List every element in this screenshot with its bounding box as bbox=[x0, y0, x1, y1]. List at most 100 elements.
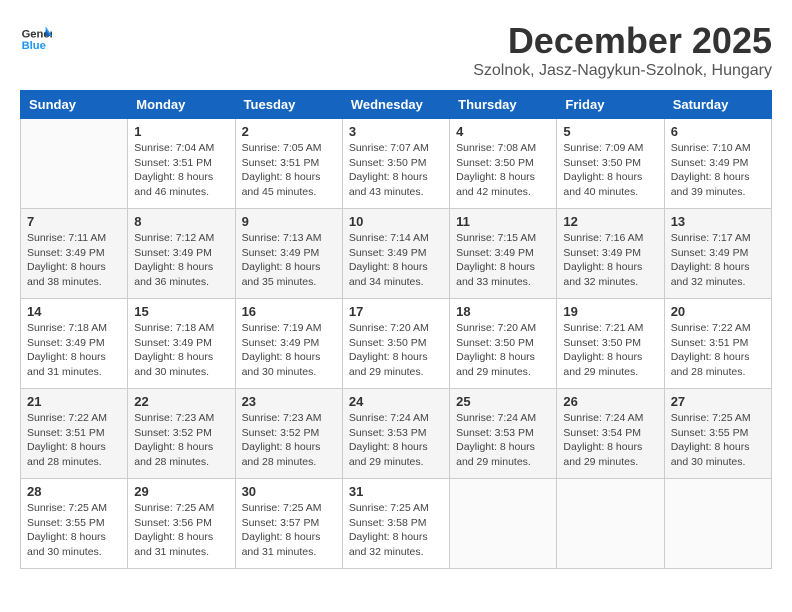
calendar-week-row: 28 Sunrise: 7:25 AMSunset: 3:55 PMDaylig… bbox=[21, 479, 772, 569]
day-number: 7 bbox=[27, 214, 121, 229]
calendar-week-row: 7 Sunrise: 7:11 AMSunset: 3:49 PMDayligh… bbox=[21, 209, 772, 299]
svg-text:Blue: Blue bbox=[22, 40, 46, 52]
calendar-cell: 14 Sunrise: 7:18 AMSunset: 3:49 PMDaylig… bbox=[21, 299, 128, 389]
calendar-cell: 9 Sunrise: 7:13 AMSunset: 3:49 PMDayligh… bbox=[235, 209, 342, 299]
day-info: Sunrise: 7:25 AMSunset: 3:55 PMDaylight:… bbox=[27, 501, 121, 560]
day-number: 8 bbox=[134, 214, 228, 229]
calendar-cell: 6 Sunrise: 7:10 AMSunset: 3:49 PMDayligh… bbox=[664, 119, 771, 209]
day-info: Sunrise: 7:16 AMSunset: 3:49 PMDaylight:… bbox=[563, 231, 657, 290]
day-info: Sunrise: 7:23 AMSunset: 3:52 PMDaylight:… bbox=[134, 411, 228, 470]
day-info: Sunrise: 7:08 AMSunset: 3:50 PMDaylight:… bbox=[456, 141, 550, 200]
day-number: 1 bbox=[134, 124, 228, 139]
day-number: 26 bbox=[563, 394, 657, 409]
day-number: 2 bbox=[242, 124, 336, 139]
calendar-cell: 3 Sunrise: 7:07 AMSunset: 3:50 PMDayligh… bbox=[342, 119, 449, 209]
day-info: Sunrise: 7:23 AMSunset: 3:52 PMDaylight:… bbox=[242, 411, 336, 470]
calendar-week-row: 14 Sunrise: 7:18 AMSunset: 3:49 PMDaylig… bbox=[21, 299, 772, 389]
day-info: Sunrise: 7:18 AMSunset: 3:49 PMDaylight:… bbox=[27, 321, 121, 380]
day-number: 31 bbox=[349, 484, 443, 499]
day-number: 10 bbox=[349, 214, 443, 229]
calendar-cell: 26 Sunrise: 7:24 AMSunset: 3:54 PMDaylig… bbox=[557, 389, 664, 479]
location-subtitle: Szolnok, Jasz-Nagykun-Szolnok, Hungary bbox=[473, 62, 772, 80]
calendar-cell bbox=[21, 119, 128, 209]
calendar-cell: 11 Sunrise: 7:15 AMSunset: 3:49 PMDaylig… bbox=[450, 209, 557, 299]
day-info: Sunrise: 7:25 AMSunset: 3:56 PMDaylight:… bbox=[134, 501, 228, 560]
day-info: Sunrise: 7:25 AMSunset: 3:55 PMDaylight:… bbox=[671, 411, 765, 470]
day-info: Sunrise: 7:21 AMSunset: 3:50 PMDaylight:… bbox=[563, 321, 657, 380]
calendar-cell: 4 Sunrise: 7:08 AMSunset: 3:50 PMDayligh… bbox=[450, 119, 557, 209]
day-number: 17 bbox=[349, 304, 443, 319]
day-number: 18 bbox=[456, 304, 550, 319]
header-friday: Friday bbox=[557, 91, 664, 119]
day-info: Sunrise: 7:07 AMSunset: 3:50 PMDaylight:… bbox=[349, 141, 443, 200]
day-number: 27 bbox=[671, 394, 765, 409]
day-number: 14 bbox=[27, 304, 121, 319]
header: General Blue December 2025 Szolnok, Jasz… bbox=[20, 20, 772, 80]
day-info: Sunrise: 7:20 AMSunset: 3:50 PMDaylight:… bbox=[349, 321, 443, 380]
calendar-cell: 21 Sunrise: 7:22 AMSunset: 3:51 PMDaylig… bbox=[21, 389, 128, 479]
day-info: Sunrise: 7:19 AMSunset: 3:49 PMDaylight:… bbox=[242, 321, 336, 380]
day-info: Sunrise: 7:22 AMSunset: 3:51 PMDaylight:… bbox=[27, 411, 121, 470]
calendar-week-row: 21 Sunrise: 7:22 AMSunset: 3:51 PMDaylig… bbox=[21, 389, 772, 479]
calendar-cell: 1 Sunrise: 7:04 AMSunset: 3:51 PMDayligh… bbox=[128, 119, 235, 209]
day-number: 11 bbox=[456, 214, 550, 229]
calendar-cell: 12 Sunrise: 7:16 AMSunset: 3:49 PMDaylig… bbox=[557, 209, 664, 299]
day-info: Sunrise: 7:24 AMSunset: 3:53 PMDaylight:… bbox=[456, 411, 550, 470]
month-year-title: December 2025 bbox=[473, 20, 772, 62]
calendar-cell bbox=[450, 479, 557, 569]
calendar-cell: 30 Sunrise: 7:25 AMSunset: 3:57 PMDaylig… bbox=[235, 479, 342, 569]
header-thursday: Thursday bbox=[450, 91, 557, 119]
calendar-cell: 8 Sunrise: 7:12 AMSunset: 3:49 PMDayligh… bbox=[128, 209, 235, 299]
day-number: 9 bbox=[242, 214, 336, 229]
calendar-cell: 13 Sunrise: 7:17 AMSunset: 3:49 PMDaylig… bbox=[664, 209, 771, 299]
calendar-cell: 22 Sunrise: 7:23 AMSunset: 3:52 PMDaylig… bbox=[128, 389, 235, 479]
day-number: 20 bbox=[671, 304, 765, 319]
calendar-cell bbox=[557, 479, 664, 569]
title-area: December 2025 Szolnok, Jasz-Nagykun-Szol… bbox=[473, 20, 772, 80]
day-number: 4 bbox=[456, 124, 550, 139]
day-number: 6 bbox=[671, 124, 765, 139]
day-info: Sunrise: 7:22 AMSunset: 3:51 PMDaylight:… bbox=[671, 321, 765, 380]
day-number: 25 bbox=[456, 394, 550, 409]
calendar-cell: 24 Sunrise: 7:24 AMSunset: 3:53 PMDaylig… bbox=[342, 389, 449, 479]
calendar-cell: 19 Sunrise: 7:21 AMSunset: 3:50 PMDaylig… bbox=[557, 299, 664, 389]
calendar-cell: 28 Sunrise: 7:25 AMSunset: 3:55 PMDaylig… bbox=[21, 479, 128, 569]
day-number: 30 bbox=[242, 484, 336, 499]
calendar-cell: 2 Sunrise: 7:05 AMSunset: 3:51 PMDayligh… bbox=[235, 119, 342, 209]
day-info: Sunrise: 7:04 AMSunset: 3:51 PMDaylight:… bbox=[134, 141, 228, 200]
day-info: Sunrise: 7:25 AMSunset: 3:57 PMDaylight:… bbox=[242, 501, 336, 560]
header-monday: Monday bbox=[128, 91, 235, 119]
day-info: Sunrise: 7:25 AMSunset: 3:58 PMDaylight:… bbox=[349, 501, 443, 560]
day-number: 21 bbox=[27, 394, 121, 409]
day-number: 3 bbox=[349, 124, 443, 139]
header-wednesday: Wednesday bbox=[342, 91, 449, 119]
calendar-cell: 20 Sunrise: 7:22 AMSunset: 3:51 PMDaylig… bbox=[664, 299, 771, 389]
calendar-week-row: 1 Sunrise: 7:04 AMSunset: 3:51 PMDayligh… bbox=[21, 119, 772, 209]
day-number: 19 bbox=[563, 304, 657, 319]
day-number: 23 bbox=[242, 394, 336, 409]
day-number: 28 bbox=[27, 484, 121, 499]
calendar-cell: 5 Sunrise: 7:09 AMSunset: 3:50 PMDayligh… bbox=[557, 119, 664, 209]
day-info: Sunrise: 7:15 AMSunset: 3:49 PMDaylight:… bbox=[456, 231, 550, 290]
day-number: 13 bbox=[671, 214, 765, 229]
day-info: Sunrise: 7:10 AMSunset: 3:49 PMDaylight:… bbox=[671, 141, 765, 200]
calendar-cell: 27 Sunrise: 7:25 AMSunset: 3:55 PMDaylig… bbox=[664, 389, 771, 479]
calendar-cell: 15 Sunrise: 7:18 AMSunset: 3:49 PMDaylig… bbox=[128, 299, 235, 389]
calendar-cell: 23 Sunrise: 7:23 AMSunset: 3:52 PMDaylig… bbox=[235, 389, 342, 479]
day-info: Sunrise: 7:17 AMSunset: 3:49 PMDaylight:… bbox=[671, 231, 765, 290]
calendar-cell: 17 Sunrise: 7:20 AMSunset: 3:50 PMDaylig… bbox=[342, 299, 449, 389]
day-info: Sunrise: 7:09 AMSunset: 3:50 PMDaylight:… bbox=[563, 141, 657, 200]
calendar-cell: 18 Sunrise: 7:20 AMSunset: 3:50 PMDaylig… bbox=[450, 299, 557, 389]
day-number: 24 bbox=[349, 394, 443, 409]
calendar-cell: 10 Sunrise: 7:14 AMSunset: 3:49 PMDaylig… bbox=[342, 209, 449, 299]
day-info: Sunrise: 7:24 AMSunset: 3:54 PMDaylight:… bbox=[563, 411, 657, 470]
day-info: Sunrise: 7:12 AMSunset: 3:49 PMDaylight:… bbox=[134, 231, 228, 290]
calendar-cell: 29 Sunrise: 7:25 AMSunset: 3:56 PMDaylig… bbox=[128, 479, 235, 569]
day-number: 16 bbox=[242, 304, 336, 319]
day-number: 29 bbox=[134, 484, 228, 499]
logo-icon: General Blue bbox=[20, 20, 52, 52]
day-info: Sunrise: 7:11 AMSunset: 3:49 PMDaylight:… bbox=[27, 231, 121, 290]
day-info: Sunrise: 7:14 AMSunset: 3:49 PMDaylight:… bbox=[349, 231, 443, 290]
header-tuesday: Tuesday bbox=[235, 91, 342, 119]
calendar-cell: 7 Sunrise: 7:11 AMSunset: 3:49 PMDayligh… bbox=[21, 209, 128, 299]
